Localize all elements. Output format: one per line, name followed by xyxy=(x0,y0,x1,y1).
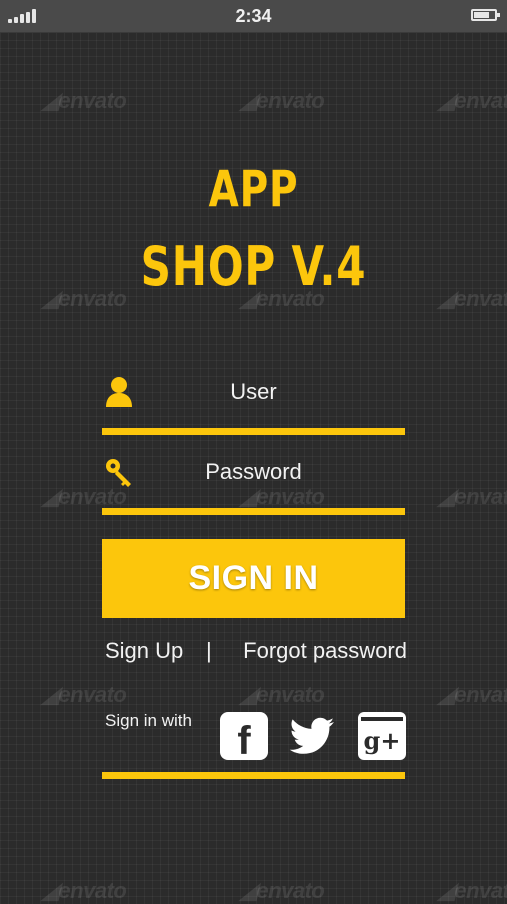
link-separator: | xyxy=(206,638,212,663)
app-title-line1: APP xyxy=(208,160,299,218)
password-field-underline xyxy=(102,508,405,515)
watermark: ◢envato xyxy=(240,878,325,903)
google-plus-icon[interactable]: g+ xyxy=(358,712,406,760)
facebook-icon[interactable]: f xyxy=(220,712,268,763)
watermark: ◢envato xyxy=(438,484,507,509)
battery-icon xyxy=(471,9,500,21)
sign-in-button[interactable]: SIGN IN xyxy=(102,539,405,618)
user-field[interactable]: User xyxy=(102,375,405,435)
status-time: 2:34 xyxy=(235,6,272,26)
watermark: ◢envato xyxy=(438,682,507,707)
sign-up-link[interactable]: Sign Up xyxy=(105,638,183,664)
twitter-icon[interactable] xyxy=(288,712,336,760)
watermark: ◢envato xyxy=(42,682,127,707)
svg-text:f: f xyxy=(237,719,251,760)
password-label: Password xyxy=(205,459,302,484)
app-title-line2: SHOP V.4 xyxy=(140,235,367,298)
user-label: User xyxy=(230,379,277,404)
status-bar: 2:34 xyxy=(0,0,507,33)
auth-links: Sign Up | Forgot password xyxy=(102,638,407,666)
user-field-underline xyxy=(102,428,405,435)
watermark: ◢envato xyxy=(240,88,325,113)
watermark: ◢envato xyxy=(42,88,127,113)
watermark: ◢envato xyxy=(240,682,325,707)
forgot-password-link[interactable]: Forgot password xyxy=(243,638,407,664)
watermark: ◢envato xyxy=(438,878,507,903)
bottom-divider xyxy=(102,772,405,779)
password-field[interactable]: Password xyxy=(102,455,405,515)
sign-in-with-label: Sign in with xyxy=(105,711,192,730)
svg-text:g+: g+ xyxy=(364,726,401,755)
watermark: ◢envato xyxy=(42,878,127,903)
watermark: ◢envato xyxy=(438,88,507,113)
